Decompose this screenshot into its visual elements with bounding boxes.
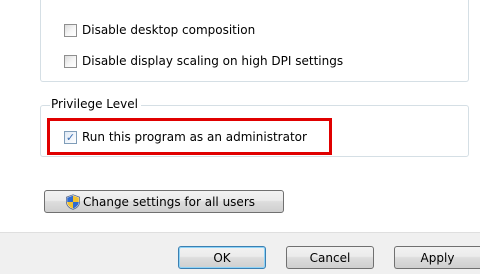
settings-panel: Disable desktop composition Disable disp… xyxy=(0,0,480,233)
ok-button[interactable]: OK xyxy=(178,246,266,269)
disable-dpi-scaling-option[interactable]: Disable display scaling on high DPI sett… xyxy=(64,52,343,70)
disable-desktop-composition-checkbox[interactable] xyxy=(64,23,77,37)
apply-button[interactable]: Apply xyxy=(394,246,480,269)
disable-desktop-composition-label: Disable desktop composition xyxy=(82,23,256,37)
uac-shield-icon xyxy=(66,193,80,210)
disable-dpi-scaling-checkbox[interactable] xyxy=(64,54,77,68)
change-settings-for-all-users-button[interactable]: Change settings for all users xyxy=(44,190,284,213)
privilege-level-legend: Privilege Level xyxy=(50,96,141,112)
cancel-button[interactable]: Cancel xyxy=(286,246,374,269)
change-settings-label: Change settings for all users xyxy=(83,194,256,209)
disable-desktop-composition-option[interactable]: Disable desktop composition xyxy=(64,21,255,39)
highlight-annotation-box xyxy=(47,118,332,155)
disable-dpi-scaling-label: Disable display scaling on high DPI sett… xyxy=(82,54,344,68)
